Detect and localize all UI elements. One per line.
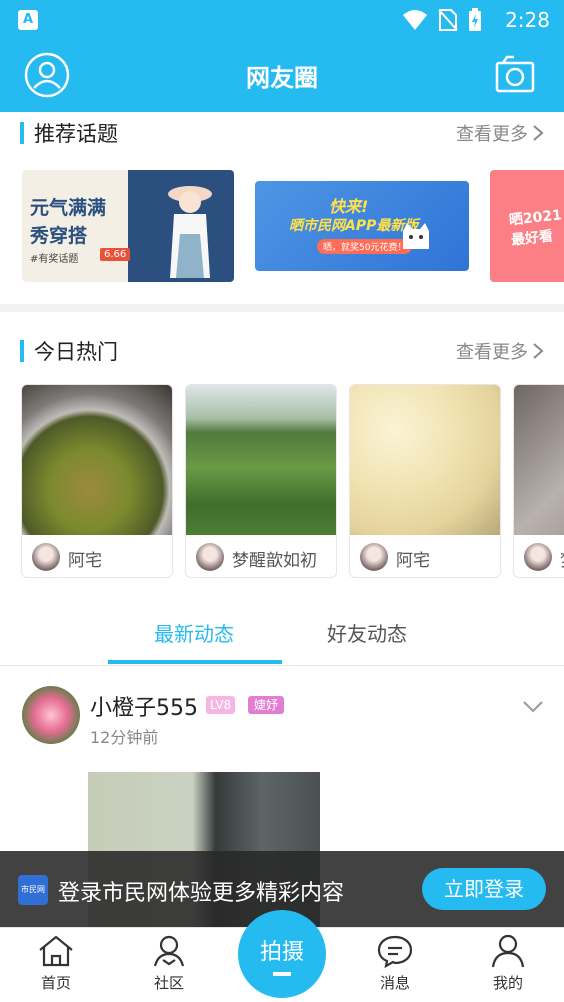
nav-label: 消息: [379, 974, 410, 992]
section-divider: [0, 304, 564, 312]
battery-icon: [469, 8, 481, 31]
chevron-right-icon: [533, 343, 544, 359]
card-footer: 梦醒歆如初: [186, 535, 336, 577]
author-name: 阿宅: [396, 551, 430, 571]
hot-post-card[interactable]: 梦: [513, 384, 564, 578]
no-sim-icon: [438, 9, 458, 31]
banner-headline: 快来!: [329, 197, 369, 216]
post-image: [186, 385, 336, 535]
home-icon: [39, 935, 73, 967]
feed-tabs: 最新动态 好友动态: [0, 600, 564, 666]
tab-latest[interactable]: 最新动态: [154, 618, 234, 647]
hot-post-card[interactable]: 阿宅: [349, 384, 501, 578]
banner-tag: 6.66: [100, 248, 131, 261]
post-image: [350, 385, 500, 535]
username[interactable]: 小橙子555: [90, 690, 198, 722]
banner-headline: 晒2021 最好看: [508, 207, 563, 249]
shoot-mark: [273, 972, 291, 976]
section-accent: [20, 122, 24, 144]
nav-profile[interactable]: 我的: [468, 934, 548, 998]
nav-label: 社区: [153, 974, 184, 992]
card-footer: 阿宅: [350, 535, 500, 577]
camera-icon[interactable]: [494, 54, 536, 96]
message-icon: [377, 935, 413, 968]
topic-banner[interactable]: 快来! 晒市民网APP最新版 晒，就奖50元花费！: [255, 181, 469, 271]
hot-post-card[interactable]: 梦醒歆如初: [185, 384, 337, 578]
section-title: 推荐话题: [34, 122, 118, 146]
section-accent: [20, 340, 24, 362]
page-title: 网友圈: [246, 64, 318, 92]
card-footer: 阿宅: [22, 535, 172, 577]
app-logo: 市民网: [18, 875, 48, 905]
recommended-header: 推荐话题 查看更多: [0, 112, 564, 152]
hot-post-row: 阿宅 梦醒歆如初 阿宅 梦: [0, 384, 564, 580]
post-image: [22, 385, 172, 535]
avatar[interactable]: [22, 686, 80, 744]
nav-home[interactable]: 首页: [16, 934, 96, 998]
login-message: 登录市民网体验更多精彩内容: [58, 881, 345, 906]
profile-icon: [491, 934, 525, 968]
topic-banner-row: 元气满满 秀穿搭 #有奖话题 6.66 快来! 晒市民网APP最新版 晒，就奖5…: [0, 168, 564, 284]
level-badge: LV8: [206, 696, 236, 714]
wifi-icon: [403, 10, 427, 30]
top-bar: 网友圈: [0, 40, 564, 112]
post-time: 12分钟前: [90, 728, 159, 747]
author-name: 梦: [560, 546, 564, 571]
app-indicator-icon: A: [18, 10, 38, 30]
see-more-label: 查看更多: [456, 342, 528, 363]
nav-label: 首页: [40, 974, 71, 992]
hot-post-card[interactable]: 阿宅: [21, 384, 173, 578]
banner-headline: 元气满满 秀穿搭: [30, 197, 107, 247]
clock: 2:28: [505, 8, 550, 32]
shoot-button[interactable]: 拍摄: [238, 910, 326, 998]
community-icon: [153, 935, 185, 967]
login-button[interactable]: 立即登录: [422, 868, 546, 910]
card-footer: 梦: [514, 535, 564, 577]
see-more-link[interactable]: 查看更多: [456, 120, 544, 146]
avatar: [196, 543, 224, 571]
hot-today-header: 今日热门 查看更多: [0, 330, 564, 370]
post-image: [514, 385, 564, 535]
topic-banner[interactable]: 元气满满 秀穿搭 #有奖话题 6.66: [22, 170, 234, 282]
section-title: 今日热门: [34, 340, 118, 364]
avatar: [524, 543, 552, 571]
person-illustration: [168, 186, 212, 278]
nav-label: 我的: [492, 974, 523, 992]
banner-subtitle: #有奖话题: [30, 254, 79, 265]
cat-illustration: [403, 223, 429, 249]
chevron-right-icon: [533, 125, 544, 141]
avatar: [32, 543, 60, 571]
system-icons: [402, 8, 482, 32]
chevron-down-icon[interactable]: [522, 700, 544, 714]
topic-banner[interactable]: 晒2021 最好看: [490, 170, 564, 282]
nav-messages[interactable]: 消息: [355, 934, 435, 998]
nav-community[interactable]: 社区: [129, 934, 209, 998]
author-name: 梦醒歆如初: [232, 551, 317, 571]
status-bar: A 2:28: [0, 0, 564, 40]
see-more-label: 查看更多: [456, 124, 528, 145]
shoot-label: 拍摄: [259, 940, 304, 965]
active-tab-indicator: [108, 660, 282, 664]
avatar: [360, 543, 388, 571]
see-more-link[interactable]: 查看更多: [456, 338, 544, 364]
author-name: 阿宅: [68, 551, 102, 571]
tab-friends[interactable]: 好友动态: [327, 618, 407, 647]
title-badge: 婕妤: [248, 696, 285, 714]
